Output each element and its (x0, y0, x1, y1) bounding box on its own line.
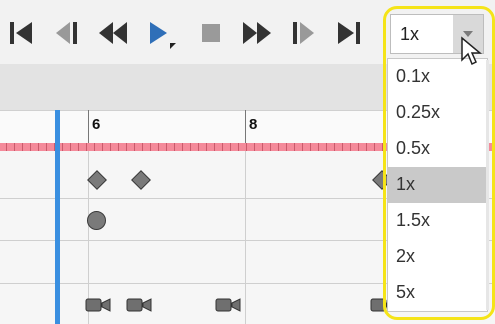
ruler-minor-tick (286, 143, 287, 151)
fast-forward-icon (243, 22, 271, 44)
camera-keyframe[interactable] (215, 297, 241, 313)
ruler-minor-tick (206, 143, 207, 151)
ruler-minor-tick (30, 143, 31, 151)
camera-icon (126, 298, 152, 312)
ruler-minor-tick (254, 143, 255, 151)
keyframe-circle[interactable] (87, 211, 106, 230)
ruler-minor-tick (326, 143, 327, 151)
ruler-minor-tick (70, 143, 71, 151)
ruler-minor-tick (134, 143, 135, 151)
fast-forward-button[interactable] (240, 16, 274, 50)
ruler-minor-tick (142, 143, 143, 151)
playhead[interactable] (55, 110, 60, 324)
camera-icon (85, 298, 111, 312)
ruler-minor-tick (350, 143, 351, 151)
skip-to-start-button[interactable] (4, 16, 38, 50)
ruler-minor-tick (222, 143, 223, 151)
ruler-minor-tick (262, 143, 263, 151)
step-back-button[interactable] (50, 16, 84, 50)
ruler-minor-tick (94, 143, 95, 151)
rewind-icon (99, 22, 127, 44)
camera-icon (215, 298, 241, 312)
ruler-minor-tick (150, 143, 151, 151)
skip-to-end-icon (338, 22, 360, 44)
cursor-arrow-icon (461, 36, 482, 66)
ruler-label-8: 8 (249, 116, 258, 133)
ruler-minor-tick (46, 143, 47, 151)
mouse-cursor (460, 36, 482, 66)
grid-line (245, 151, 246, 324)
ruler-minor-tick (334, 143, 335, 151)
rewind-button[interactable] (96, 16, 130, 50)
ruler-tick-6 (88, 110, 89, 143)
ruler-minor-tick (230, 143, 231, 151)
ruler-minor-tick (374, 143, 375, 151)
ruler-minor-tick (62, 143, 63, 151)
step-forward-button[interactable] (286, 16, 320, 50)
step-forward-icon (293, 22, 314, 44)
ruler-minor-tick (22, 143, 23, 151)
camera-keyframe[interactable] (85, 297, 111, 313)
ruler-minor-tick (182, 143, 183, 151)
ruler-minor-tick (358, 143, 359, 151)
ruler-minor-tick (190, 143, 191, 151)
ruler-minor-tick (198, 143, 199, 151)
ruler-minor-tick (246, 143, 247, 151)
ruler-tick-8 (245, 110, 246, 143)
ruler-minor-tick (118, 143, 119, 151)
ruler-minor-tick (174, 143, 175, 151)
stop-icon (202, 24, 220, 42)
ruler-minor-tick (366, 143, 367, 151)
skip-to-start-icon (10, 22, 32, 44)
ruler-minor-tick (78, 143, 79, 151)
stop-button[interactable] (194, 16, 228, 50)
play-icon (150, 22, 176, 49)
ruler-minor-tick (158, 143, 159, 151)
ruler-minor-tick (166, 143, 167, 151)
ruler-minor-tick (86, 143, 87, 151)
ruler-minor-tick (342, 143, 343, 151)
ruler-minor-tick (294, 143, 295, 151)
play-button[interactable] (142, 16, 176, 50)
ruler-minor-tick (6, 143, 7, 151)
camera-keyframe[interactable] (126, 297, 152, 313)
ruler-minor-tick (214, 143, 215, 151)
ruler-minor-tick (238, 143, 239, 151)
ruler-minor-tick (38, 143, 39, 151)
ruler-minor-tick (14, 143, 15, 151)
ruler-minor-tick (270, 143, 271, 151)
step-back-icon (56, 22, 77, 44)
ruler-label-6: 6 (92, 116, 101, 133)
ruler-minor-tick (310, 143, 311, 151)
ruler-minor-tick (126, 143, 127, 151)
ruler-minor-tick (278, 143, 279, 151)
ruler-minor-tick (110, 143, 111, 151)
ruler-minor-tick (102, 143, 103, 151)
ruler-minor-tick (318, 143, 319, 151)
ruler-minor-tick (302, 143, 303, 151)
skip-to-end-button[interactable] (332, 16, 366, 50)
